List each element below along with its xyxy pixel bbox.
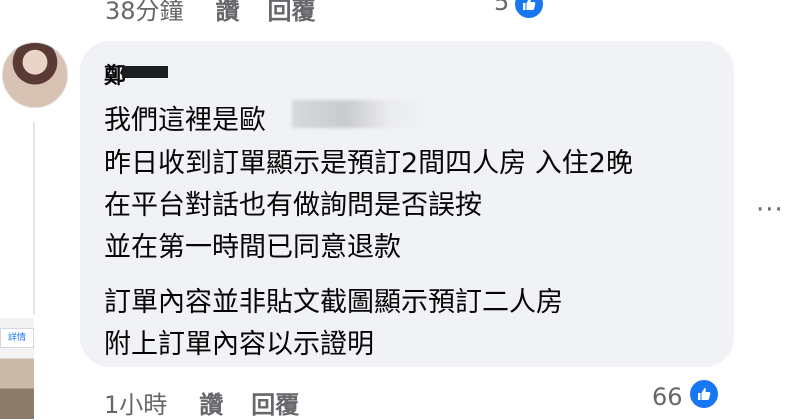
comment-line-5: 訂單內容並非貼文截圖顯示預訂二人房 [104,287,563,318]
comment-line-6: 附上訂單內容以示證明 [104,329,374,360]
previous-comment-timestamp[interactable]: 38分鐘 [105,0,184,26]
comment-timestamp[interactable]: 1小時 [104,385,167,420]
comment-actions: 1小時 讚 回覆 [104,384,299,420]
comment-line-2: 昨日收到訂單顯示是預訂2間四人房 入住2晚 [104,148,633,179]
previous-reaction-count[interactable]: 5 [494,0,509,16]
comment-line-4: 並在第一時間已同意退款 [104,232,401,263]
previous-comment-actions: 38分鐘 讚 回覆 [105,0,316,28]
previous-reply-button[interactable]: 回覆 [268,0,316,26]
author-redaction [122,66,168,78]
more-options-button[interactable]: ··· [756,195,784,225]
thumbs-up-icon[interactable] [513,0,545,20]
reaction-count[interactable]: 66 [652,383,683,411]
like-button[interactable]: 讚 [199,385,223,420]
thumbnail-chip: 詳情 [0,328,34,348]
comment-line-1: 我們這裡是歐 [104,105,266,136]
reply-button[interactable]: 回覆 [251,385,299,420]
previous-like-button[interactable]: 讚 [216,0,240,26]
comment-line-3: 在平台對話也有做詢問是否誤按 [104,190,482,221]
thread-connector [33,122,35,314]
avatar[interactable] [2,42,68,108]
thumbs-up-icon[interactable] [688,378,720,410]
text-redaction [292,100,427,128]
post-thumbnail[interactable]: 詳情 [0,318,34,419]
